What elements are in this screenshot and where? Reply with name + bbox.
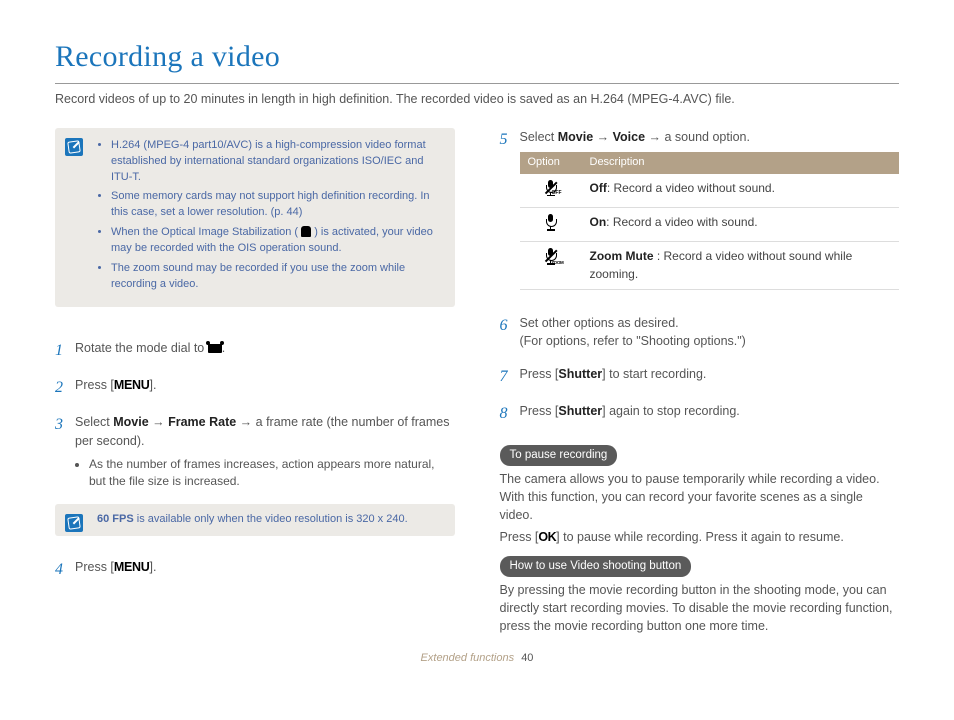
shutter-key: Shutter	[558, 367, 602, 381]
step-5: 5 Select Movie → Voice → a sound option.…	[500, 128, 900, 301]
mic-on-icon	[544, 214, 558, 230]
fps-label: 60 FPS	[97, 513, 134, 525]
title-rule	[55, 83, 899, 84]
info-box: H.264 (MPEG-4 part10/AVC) is a high-comp…	[55, 128, 455, 307]
step-body: Press [Shutter] to start recording.	[520, 365, 900, 388]
voice-options-table: Option Description Off: Record a video w…	[520, 152, 900, 291]
note-icon	[65, 138, 83, 156]
pause-text: The camera allows you to pause temporari…	[500, 470, 900, 524]
table-row: On: Record a video with sound.	[520, 208, 900, 242]
option-desc: Zoom Mute : Record a video without sound…	[582, 242, 900, 290]
step-number: 2	[55, 376, 75, 399]
table-row: Zoom Mute : Record a video without sound…	[520, 242, 900, 290]
step-3: 3 Select Movie → Frame Rate → a frame ra…	[55, 413, 455, 490]
voice-label: Voice	[613, 130, 645, 144]
option-desc: Off: Record a video without sound.	[582, 174, 900, 208]
step-2: 2 Press [MENU].	[55, 376, 455, 399]
pause-heading: To pause recording	[500, 445, 618, 466]
info-item: Some memory cards may not support high d…	[111, 189, 441, 221]
menu-key: MENU	[114, 560, 150, 574]
option-icon-cell	[520, 242, 582, 290]
step-body: Select Movie → Frame Rate → a frame rate…	[75, 413, 455, 490]
col-desc: Description	[582, 152, 900, 174]
option-icon-cell	[520, 208, 582, 242]
step-number: 7	[500, 365, 520, 388]
page-footer: Extended functions 40	[55, 651, 899, 667]
info-item: H.264 (MPEG-4 part10/AVC) is a high-comp…	[111, 138, 441, 186]
step-4: 4 Press [MENU].	[55, 558, 455, 581]
step-6: 6 Set other options as desired. (For opt…	[500, 314, 900, 350]
step-number: 5	[500, 128, 520, 301]
step-note-list: As the number of frames increases, actio…	[75, 456, 455, 491]
mic-off-icon	[544, 180, 558, 196]
movie-label: Movie	[113, 415, 148, 429]
step-body: Press [Shutter] again to stop recording.	[520, 402, 900, 425]
note-icon	[65, 514, 83, 532]
ois-hand-icon	[301, 226, 311, 237]
mic-zoom-mute-icon	[544, 248, 558, 264]
step-body: Select Movie → Voice → a sound option. O…	[520, 128, 900, 301]
step-body: Press [MENU].	[75, 376, 455, 399]
table-header-row: Option Description	[520, 152, 900, 174]
info-item: The zoom sound may be recorded if you us…	[111, 261, 441, 293]
footer-page-number: 40	[521, 652, 533, 664]
step-number: 8	[500, 402, 520, 425]
info-list: H.264 (MPEG-4 part10/AVC) is a high-comp…	[97, 138, 441, 293]
step-number: 6	[500, 314, 520, 350]
step-body: Press [MENU].	[75, 558, 455, 581]
howto-text: By pressing the movie recording button i…	[500, 581, 900, 635]
page-title: Recording a video	[55, 35, 899, 79]
menu-key: MENU	[114, 378, 150, 392]
step-7: 7 Press [Shutter] to start recording.	[500, 365, 900, 388]
right-column: 5 Select Movie → Voice → a sound option.…	[500, 128, 900, 639]
option-icon-cell	[520, 174, 582, 208]
step-body: Set other options as desired. (For optio…	[520, 314, 900, 350]
step-number: 1	[55, 339, 75, 362]
frame-rate-label: Frame Rate	[168, 415, 236, 429]
col-option: Option	[520, 152, 582, 174]
left-column: H.264 (MPEG-4 part10/AVC) is a high-comp…	[55, 128, 455, 639]
step-1: 1 Rotate the mode dial to .	[55, 339, 455, 362]
footer-section: Extended functions	[421, 652, 515, 664]
fps-note-box: 60 FPS is available only when the video …	[55, 504, 455, 536]
step-body: Rotate the mode dial to .	[75, 339, 455, 362]
step-number: 4	[55, 558, 75, 581]
pause-text-2: Press [OK] to pause while recording. Pre…	[500, 528, 900, 546]
ok-key: OK	[538, 530, 556, 544]
step-note: As the number of frames increases, actio…	[89, 456, 455, 491]
table-row: Off: Record a video without sound.	[520, 174, 900, 208]
intro-text: Record videos of up to 20 minutes in len…	[55, 90, 899, 108]
shutter-key: Shutter	[558, 404, 602, 418]
step-number: 3	[55, 413, 75, 490]
option-desc: On: Record a video with sound.	[582, 208, 900, 242]
step-8: 8 Press [Shutter] again to stop recordin…	[500, 402, 900, 425]
info-item: When the Optical Image Stabilization ( )…	[111, 225, 441, 257]
content-columns: H.264 (MPEG-4 part10/AVC) is a high-comp…	[55, 128, 899, 639]
manual-page: Recording a video Record videos of up to…	[0, 0, 954, 667]
howto-heading: How to use Video shooting button	[500, 556, 692, 577]
video-mode-icon	[208, 344, 222, 353]
movie-label: Movie	[558, 130, 593, 144]
